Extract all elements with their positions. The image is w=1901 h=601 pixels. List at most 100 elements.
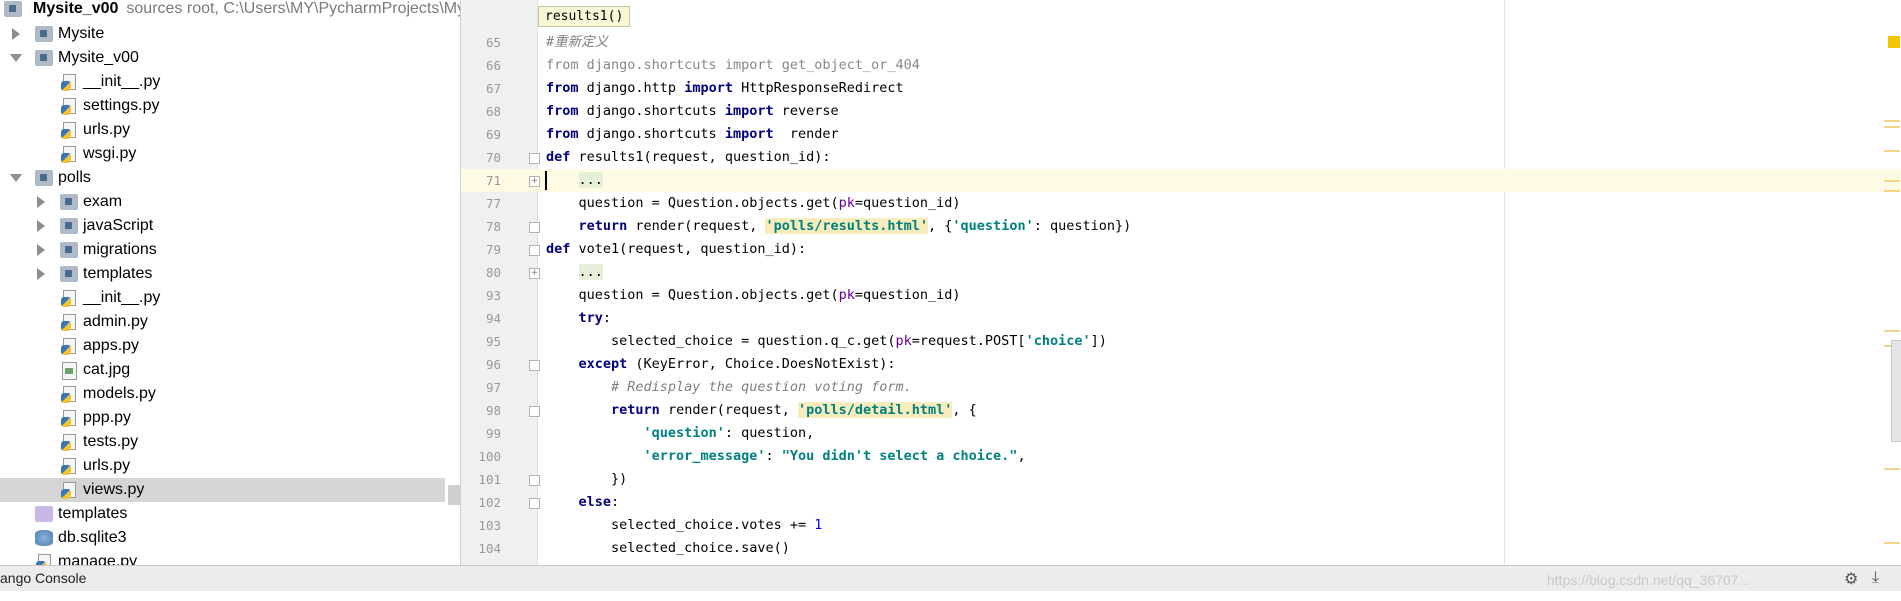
tree-item[interactable]: templates	[0, 502, 445, 526]
python-file-icon	[60, 314, 76, 332]
code-line[interactable]: 95 selected_choice = question.q_c.get(pk…	[461, 330, 1901, 353]
fold-expand-icon[interactable]: +	[529, 176, 540, 187]
code-line[interactable]: 93 question = Question.objects.get(pk=qu…	[461, 284, 1901, 307]
code-line[interactable]: 104 selected_choice.save()	[461, 537, 1901, 560]
code-line[interactable]: 102 else:	[461, 491, 1901, 514]
code-text: return render(request, 'polls/detail.htm…	[611, 402, 977, 418]
tree-item[interactable]: __init__.py	[0, 70, 445, 94]
tree-scrollbar[interactable]	[448, 485, 460, 505]
code-line[interactable]: 101 })	[461, 468, 1901, 491]
inspection-status-icon[interactable]	[1888, 36, 1900, 48]
line-number: 69	[485, 127, 501, 142]
line-number: 78	[485, 219, 501, 234]
code-line[interactable]: 77 question = Question.objects.get(pk=qu…	[461, 192, 1901, 215]
code-line[interactable]: 69 from django.shortcuts import render	[461, 123, 1901, 146]
stripe-mark[interactable]	[1884, 150, 1900, 152]
code-line[interactable]: 97 # Redisplay the question voting form.	[461, 376, 1901, 399]
code-text: selected_choice.save()	[546, 540, 790, 556]
tree-item[interactable]: views.py	[0, 478, 445, 502]
code-line[interactable]: 98 return render(request, 'polls/detail.…	[461, 399, 1901, 422]
tree-item[interactable]: polls	[0, 166, 445, 190]
code-line[interactable]: 66 from django.shortcuts import get_objec…	[461, 54, 1901, 77]
expand-arrow-icon[interactable]	[12, 28, 20, 40]
fold-collapse-icon[interactable]	[529, 153, 540, 164]
code-line[interactable]: 65 #重新定义	[461, 31, 1901, 54]
expand-arrow-icon[interactable]	[37, 220, 45, 232]
tree-item[interactable]: urls.py	[0, 118, 445, 142]
code-line[interactable]: 68 from django.shortcuts import reverse	[461, 100, 1901, 123]
code-line[interactable]: 79 def vote1(request, question_id):	[461, 238, 1901, 261]
tree-item[interactable]: migrations	[0, 238, 445, 262]
tree-item[interactable]: urls.py	[0, 454, 445, 478]
stripe-mark[interactable]	[1884, 468, 1900, 470]
tree-item[interactable]: manage.py	[0, 550, 445, 565]
stripe-mark[interactable]	[1884, 330, 1900, 332]
tree-root[interactable]: Mysite_v00 sources root, C:\Users\MY\Pych…	[0, 0, 460, 21]
code-line[interactable]: 70 def results1(request, question_id):	[461, 146, 1901, 169]
stripe-mark[interactable]	[1884, 190, 1900, 192]
tree-item[interactable]: exam	[0, 190, 445, 214]
tree-item[interactable]: wsgi.py	[0, 142, 445, 166]
tree-item[interactable]: cat.jpg	[0, 358, 445, 382]
code-text: try:	[578, 310, 612, 326]
code-line[interactable]: 78 return render(request, 'polls/results…	[461, 215, 1901, 238]
tree-item[interactable]: templates	[0, 262, 445, 286]
collapse-arrow-icon[interactable]	[10, 54, 22, 62]
tree-item-label: cat.jpg	[83, 361, 131, 378]
fold-collapse-icon[interactable]	[529, 222, 540, 233]
stripe-mark[interactable]	[1884, 120, 1900, 122]
tree-item[interactable]: admin.py	[0, 310, 445, 334]
stripe-mark[interactable]	[1884, 180, 1900, 182]
line-number: 104	[478, 541, 501, 556]
stripe-mark[interactable]	[1884, 126, 1900, 128]
folder-icon	[35, 170, 53, 186]
tree-item[interactable]: ppp.py	[0, 406, 445, 430]
fold-expand-icon[interactable]: +	[529, 268, 540, 279]
line-number: 93	[485, 288, 501, 303]
code-text: ...	[578, 264, 603, 280]
stripe-mark[interactable]	[1884, 542, 1900, 544]
fold-collapse-icon[interactable]	[529, 245, 540, 256]
fold-collapse-icon[interactable]	[529, 406, 540, 417]
line-number: 70	[485, 150, 501, 165]
tree-item[interactable]: __init__.py	[0, 286, 445, 310]
fold-collapse-icon[interactable]	[529, 498, 540, 509]
expand-arrow-icon[interactable]	[37, 268, 45, 280]
tree-item[interactable]: javaScript	[0, 214, 445, 238]
fold-collapse-icon[interactable]	[529, 475, 540, 486]
line-number: 100	[478, 449, 501, 464]
tree-item[interactable]: Mysite_v00	[0, 46, 445, 70]
line-number: 102	[478, 495, 501, 510]
tree-item[interactable]: settings.py	[0, 94, 445, 118]
tree-item[interactable]: tests.py	[0, 430, 445, 454]
root-path: sources root, C:\Users\MY\PycharmProject…	[126, 0, 460, 17]
hide-icon[interactable]: ⤓	[1872, 569, 1879, 587]
code-line[interactable]: 96 except (KeyError, Choice.DoesNotExist…	[461, 353, 1901, 376]
code-editor[interactable]: 65 #重新定义 66 from django.shortcuts import ge…	[461, 0, 1901, 565]
folder-icon	[60, 266, 78, 282]
django-console-tab[interactable]: ango Console	[0, 570, 86, 586]
code-line[interactable]: 103 selected_choice.votes += 1	[461, 514, 1901, 537]
code-line[interactable]: 71 + ...	[461, 169, 1901, 192]
tree-item[interactable]: apps.py	[0, 334, 445, 358]
watermark-text: https://blog.csdn.net/qq_36707...	[1547, 572, 1751, 588]
expand-arrow-icon[interactable]	[37, 244, 45, 256]
tree-item[interactable]: db.sqlite3	[0, 526, 445, 550]
tree-item[interactable]: models.py	[0, 382, 445, 406]
code-line[interactable]: 100 'error_message': "You didn't select …	[461, 445, 1901, 468]
error-stripe[interactable]	[1877, 30, 1901, 550]
code-line[interactable]: 80 + ...	[461, 261, 1901, 284]
editor-scrollbar-thumb[interactable]	[1891, 340, 1901, 442]
fold-collapse-icon[interactable]	[529, 360, 540, 371]
tree-item-label: views.py	[83, 481, 145, 498]
collapse-arrow-icon[interactable]	[10, 174, 22, 182]
code-line[interactable]: 99 'question': question,	[461, 422, 1901, 445]
expand-arrow-icon[interactable]	[37, 196, 45, 208]
code-line[interactable]: 94 try:	[461, 307, 1901, 330]
line-number: 101	[478, 472, 501, 487]
gear-icon[interactable]: ⚙	[1844, 569, 1858, 589]
line-number: 67	[485, 81, 501, 96]
code-line[interactable]: 67 from django.http import HttpResponseRe…	[461, 77, 1901, 100]
line-number: 97	[485, 380, 501, 395]
tree-item[interactable]: Mysite	[0, 22, 445, 46]
